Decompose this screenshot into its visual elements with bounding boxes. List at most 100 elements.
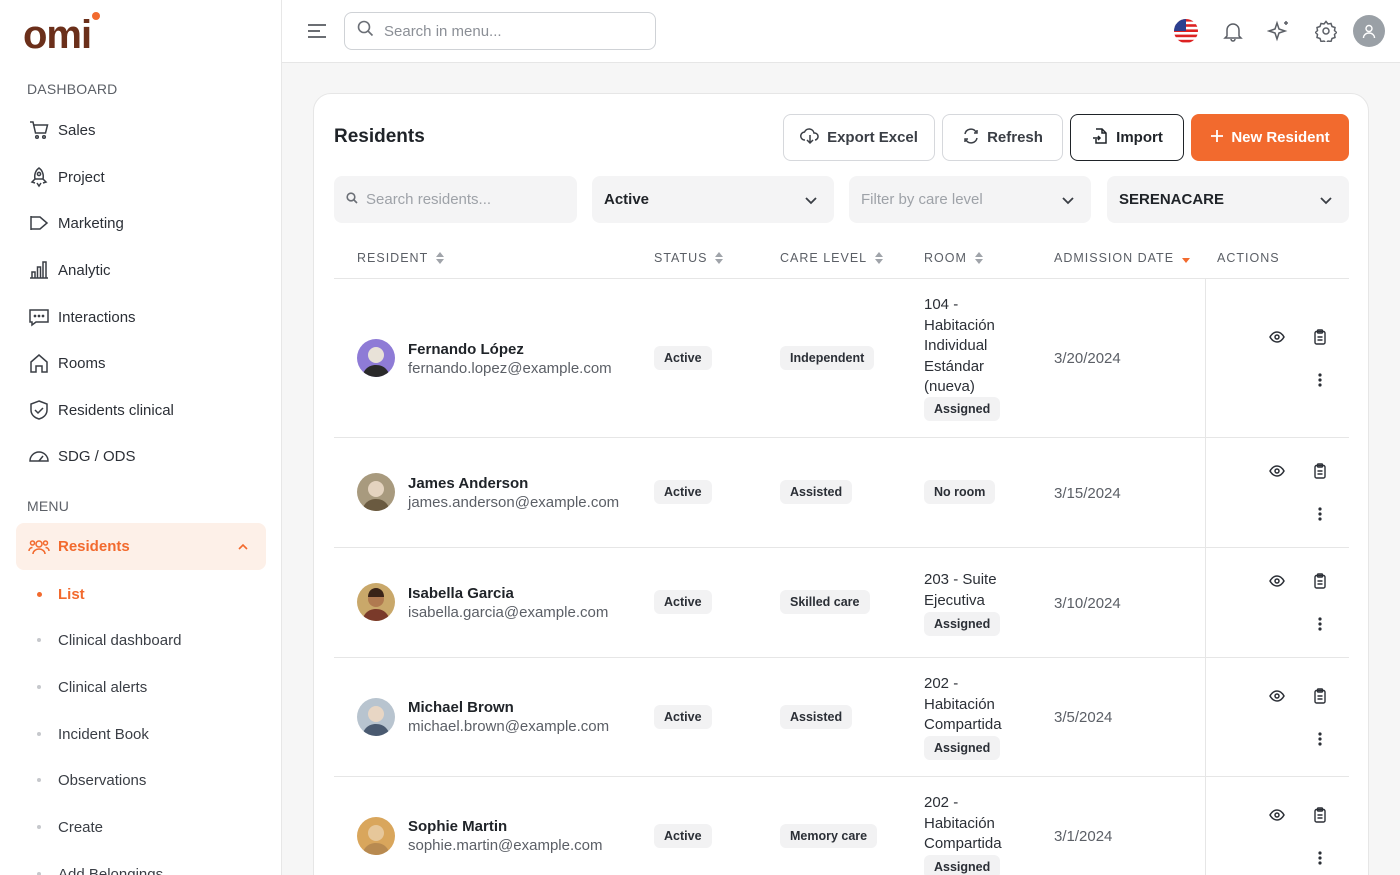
view-eye-icon[interactable] (1266, 570, 1288, 592)
resident-name[interactable]: Michael Brown (408, 699, 514, 716)
status-select[interactable]: Active (592, 176, 834, 223)
gauge-icon (28, 445, 50, 467)
table-row[interactable]: James Anderson james.anderson@example.co… (334, 438, 1349, 548)
resident-name[interactable]: Sophie Martin (408, 818, 507, 835)
table-row[interactable]: Fernando López fernando.lopez@example.co… (334, 279, 1349, 438)
megaphone-icon (28, 212, 50, 234)
us-flag-icon[interactable] (1170, 15, 1202, 47)
sub-item-add-belongings[interactable]: Add Belongings (16, 856, 266, 875)
sidebar-item-sales[interactable]: Sales (16, 110, 266, 150)
clipboard-icon[interactable] (1309, 570, 1331, 592)
table-row[interactable]: Michael Brown michael.brown@example.com … (334, 658, 1349, 777)
sidebar-item-sdg-ods[interactable]: SDG / ODS (16, 436, 266, 476)
care-level-select[interactable]: Filter by care level (849, 176, 1091, 223)
column-admission-date[interactable]: ADMISSION DATE (1054, 251, 1191, 265)
import-button[interactable]: Import (1070, 114, 1184, 161)
user-avatar-icon[interactable] (1353, 15, 1385, 47)
sidebar-item-label: SDG / ODS (58, 447, 136, 465)
menu-search-input[interactable] (384, 22, 634, 40)
resident-search-input[interactable] (366, 191, 566, 208)
resident-email: michael.brown@example.com (408, 718, 610, 735)
column-care-level[interactable]: CARE LEVEL (780, 251, 884, 265)
view-eye-icon[interactable] (1266, 685, 1288, 707)
sub-item-create[interactable]: Create (16, 809, 266, 845)
sparkle-icon[interactable] (1263, 15, 1295, 47)
home-icon (28, 352, 50, 374)
button-label: Export Excel (827, 129, 918, 146)
menu-search-box[interactable] (344, 12, 656, 50)
more-vertical-icon[interactable] (1309, 728, 1331, 750)
room-text: 202 - (924, 794, 959, 811)
resident-search-box[interactable] (334, 176, 577, 223)
clipboard-icon[interactable] (1309, 804, 1331, 826)
resident-email: fernando.lopez@example.com (408, 360, 612, 377)
room-text: Habitación (924, 695, 995, 713)
table-row[interactable]: Sophie Martin sophie.martin@example.com … (334, 777, 1349, 875)
sort-icon[interactable] (974, 252, 983, 264)
actions-divider (1205, 777, 1206, 875)
new-resident-button[interactable]: New Resident (1191, 114, 1349, 161)
omi-logo[interactable]: omi (23, 10, 103, 57)
sub-item-label: Create (58, 818, 104, 836)
resident-name[interactable]: Isabella Garcia (408, 585, 514, 602)
gear-icon[interactable] (1310, 15, 1342, 47)
export-excel-button[interactable]: Export Excel (783, 114, 935, 161)
status-badge: Active (654, 705, 712, 729)
table-row[interactable]: Isabella Garcia isabella.garcia@example.… (334, 548, 1349, 658)
sidebar-item-interactions[interactable]: Interactions (16, 297, 266, 337)
sidebar-item-residents[interactable]: Residents (16, 523, 266, 570)
more-vertical-icon[interactable] (1309, 369, 1331, 391)
resident-name[interactable]: Fernando López (408, 341, 524, 358)
more-vertical-icon[interactable] (1309, 847, 1331, 869)
care-level-badge: Memory care (780, 824, 878, 848)
plus-icon (1210, 129, 1224, 147)
sub-item-clinical-dashboard[interactable]: Clinical dashboard (16, 622, 266, 658)
svg-text:omi: omi (23, 13, 91, 54)
sub-item-list[interactable]: List (16, 576, 266, 612)
sub-item-incident-book[interactable]: Incident Book (16, 716, 266, 752)
sidebar-item-project[interactable]: Project (16, 157, 266, 197)
hamburger-menu-icon[interactable] (306, 20, 328, 42)
cloud-download-icon (800, 126, 820, 150)
column-label: STATUS (654, 251, 708, 265)
sidebar-item-residents-clinical[interactable]: Residents clinical (16, 390, 266, 430)
sub-item-observations[interactable]: Observations (16, 762, 266, 798)
clipboard-icon[interactable] (1309, 685, 1331, 707)
more-vertical-icon[interactable] (1309, 613, 1331, 635)
sort-desc-icon[interactable] (1182, 252, 1191, 264)
bullet-icon (37, 778, 41, 782)
sidebar-item-analytic[interactable]: Analytic (16, 250, 266, 290)
care-level-badge: Assisted (780, 705, 853, 729)
clipboard-icon[interactable] (1309, 460, 1331, 482)
sort-icon[interactable] (715, 252, 724, 264)
refresh-button[interactable]: Refresh (942, 114, 1063, 161)
view-eye-icon[interactable] (1266, 326, 1288, 348)
sort-icon[interactable] (436, 252, 445, 264)
more-vertical-icon[interactable] (1309, 503, 1331, 525)
care-level-placeholder: Filter by care level (861, 191, 983, 208)
resident-email: james.anderson@example.com (408, 494, 620, 511)
bell-icon[interactable] (1217, 15, 1249, 47)
view-eye-icon[interactable] (1266, 460, 1288, 482)
sort-icon[interactable] (875, 252, 884, 264)
bullet-icon (37, 825, 41, 829)
sub-item-label: List (58, 585, 85, 603)
column-label: ACTIONS (1217, 251, 1280, 265)
resident-name[interactable]: James Anderson (408, 475, 528, 492)
sidebar-item-label: Residents (58, 538, 130, 555)
sidebar-item-rooms[interactable]: Rooms (16, 343, 266, 383)
room-text: Estándar (924, 357, 985, 375)
sidebar-item-marketing[interactable]: Marketing (16, 203, 266, 243)
bullet-icon (37, 732, 41, 736)
clipboard-icon[interactable] (1309, 326, 1331, 348)
sub-item-label: Clinical dashboard (58, 631, 182, 649)
sub-item-label: Add Belongings (58, 865, 164, 875)
resident-email: sophie.martin@example.com (408, 837, 603, 854)
facility-select[interactable]: SERENACARE (1107, 176, 1349, 223)
column-resident[interactable]: RESIDENT (357, 251, 445, 265)
sub-item-clinical-alerts[interactable]: Clinical alerts (16, 669, 266, 705)
column-room[interactable]: ROOM (924, 251, 983, 265)
care-level-badge: Assisted (780, 480, 853, 504)
view-eye-icon[interactable] (1266, 804, 1288, 826)
column-status[interactable]: STATUS (654, 251, 724, 265)
